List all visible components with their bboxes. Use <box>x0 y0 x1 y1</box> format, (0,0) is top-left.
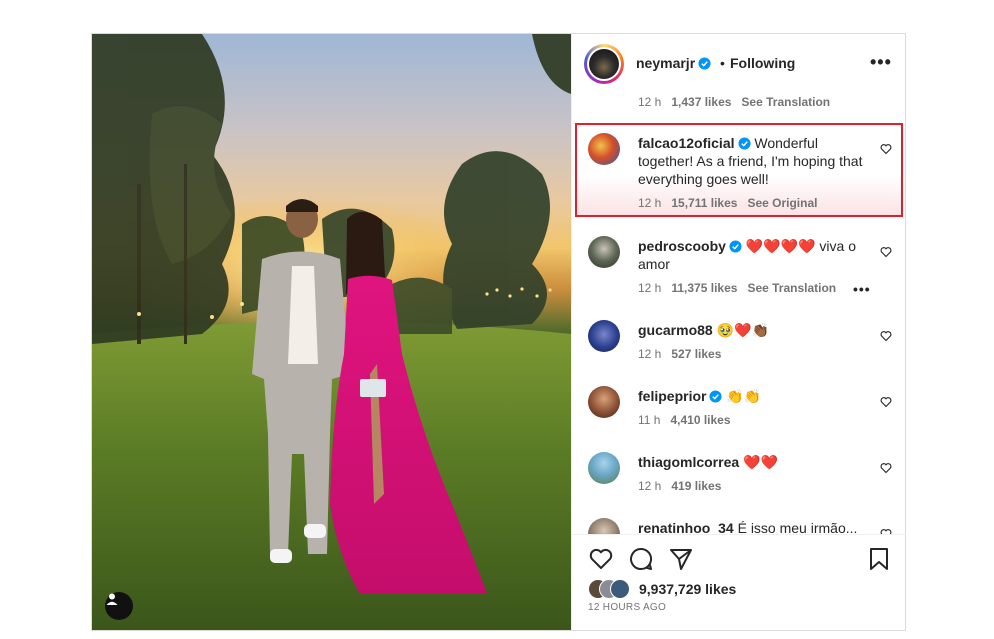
heart-icon[interactable] <box>880 396 892 408</box>
photo-scene <box>92 34 571 630</box>
comment-text: 🥹❤️👏🏾 <box>716 322 769 338</box>
comment-meta: 12 h 11,375 likes See Translation <box>638 281 836 295</box>
user-tag-icon <box>106 593 118 605</box>
comment-likes[interactable]: 15,711 likes <box>671 196 737 210</box>
comment-text: É isso meu irmão... <box>737 520 858 534</box>
comment-username[interactable]: pedroscooby <box>638 238 726 254</box>
comment-avatar[interactable] <box>588 320 620 352</box>
comment-item: gucarmo88 🥹❤️👏🏾 12 h 527 likes <box>572 320 906 368</box>
comment-text: 👏👏 <box>726 388 762 404</box>
comment-item: renatinhoo_34 É isso meu irmão... <box>572 518 906 534</box>
comment-item: thiagomlcorrea ❤️❤️ 12 h 419 likes <box>572 452 906 500</box>
liker-avatar[interactable] <box>610 579 630 599</box>
comment-username[interactable]: thiagomlcorrea <box>638 454 739 470</box>
comment-avatar[interactable] <box>588 236 620 268</box>
comment-likes[interactable]: 11,375 likes <box>671 281 737 295</box>
post-side-panel: neymarjr • Following ••• 12 h 1,437 likes… <box>571 34 906 630</box>
comment-avatar[interactable] <box>588 452 620 484</box>
comment-avatar[interactable] <box>588 133 620 165</box>
comment-item: pedroscooby ❤️❤️❤️❤️ viva o amor 12 h 11,… <box>572 236 906 302</box>
comment-likes[interactable]: 527 likes <box>671 347 721 361</box>
post-photo[interactable] <box>92 34 571 630</box>
see-translation-link[interactable]: See Translation <box>747 281 836 295</box>
heart-icon[interactable] <box>880 143 892 155</box>
bookmark-icon[interactable] <box>866 546 892 572</box>
comment-likes[interactable]: 419 likes <box>671 479 721 493</box>
comment-time: 12 h <box>638 196 662 210</box>
verified-badge-icon <box>729 240 742 253</box>
comment-icon[interactable] <box>628 546 654 572</box>
comment-time: 12 h <box>638 347 662 361</box>
caption-translate-link[interactable]: See Translation <box>741 95 830 109</box>
comment-body: renatinhoo_34 É isso meu irmão... <box>638 519 868 534</box>
comment-meta: 12 h 419 likes <box>638 479 731 493</box>
verified-badge-icon <box>709 390 723 403</box>
comment-likes[interactable]: 4,410 likes <box>670 413 730 427</box>
post-likes-count[interactable]: 9,937,729 likes <box>639 581 736 597</box>
caption-meta: 12 h 1,437 likes See Translation <box>638 95 830 109</box>
comment-body: thiagomlcorrea ❤️❤️ <box>638 453 868 471</box>
comment-time: 12 h <box>638 479 662 493</box>
heart-icon[interactable] <box>588 546 614 572</box>
instagram-post: neymarjr • Following ••• 12 h 1,437 likes… <box>91 33 906 631</box>
share-icon[interactable] <box>668 546 694 572</box>
verified-badge-icon <box>737 137 751 150</box>
comment-meta: 11 h 4,410 likes <box>638 413 741 427</box>
comment-username[interactable]: falcao12oficial <box>638 135 735 151</box>
actions-divider <box>572 534 906 535</box>
user-tag-button[interactable] <box>105 592 133 620</box>
heart-icon[interactable] <box>880 462 892 474</box>
post-actions <box>588 546 892 572</box>
comment-username[interactable]: gucarmo88 <box>638 322 713 338</box>
comment-more-button[interactable]: ••• <box>853 281 871 297</box>
comment-time: 11 h <box>638 413 661 427</box>
caption-likes[interactable]: 1,437 likes <box>671 95 731 109</box>
comment-body: pedroscooby ❤️❤️❤️❤️ viva o amor <box>638 237 868 273</box>
comment-meta: 12 h 527 likes <box>638 347 731 361</box>
heart-icon[interactable] <box>880 246 892 258</box>
comment-time: 12 h <box>638 281 662 295</box>
comment-avatar[interactable] <box>588 386 620 418</box>
caption-time: 12 h <box>638 95 662 109</box>
comment-body: gucarmo88 🥹❤️👏🏾 <box>638 321 868 339</box>
comment-body: felipeprior 👏👏 <box>638 387 868 405</box>
comment-body: falcao12oficial Wonderful together! As a… <box>638 134 868 188</box>
comment-username[interactable]: renatinhoo_34 <box>638 520 734 534</box>
comment-text: ❤️❤️ <box>743 454 778 470</box>
comment-meta: 12 h 15,711 likes See Original <box>638 196 817 210</box>
comments-scroll-area[interactable]: 12 h 1,437 likes See Translation falcao12o… <box>572 34 906 534</box>
comment-username[interactable]: felipeprior <box>638 388 706 404</box>
comment-avatar[interactable] <box>588 518 620 534</box>
post-timestamp[interactable]: 12 HOURS AGO <box>588 602 666 613</box>
comment-item: falcao12oficial Wonderful together! As a… <box>572 133 906 213</box>
heart-icon[interactable] <box>880 330 892 342</box>
see-original-link[interactable]: See Original <box>747 196 817 210</box>
comment-item: felipeprior 👏👏 11 h 4,410 likes <box>572 386 906 434</box>
